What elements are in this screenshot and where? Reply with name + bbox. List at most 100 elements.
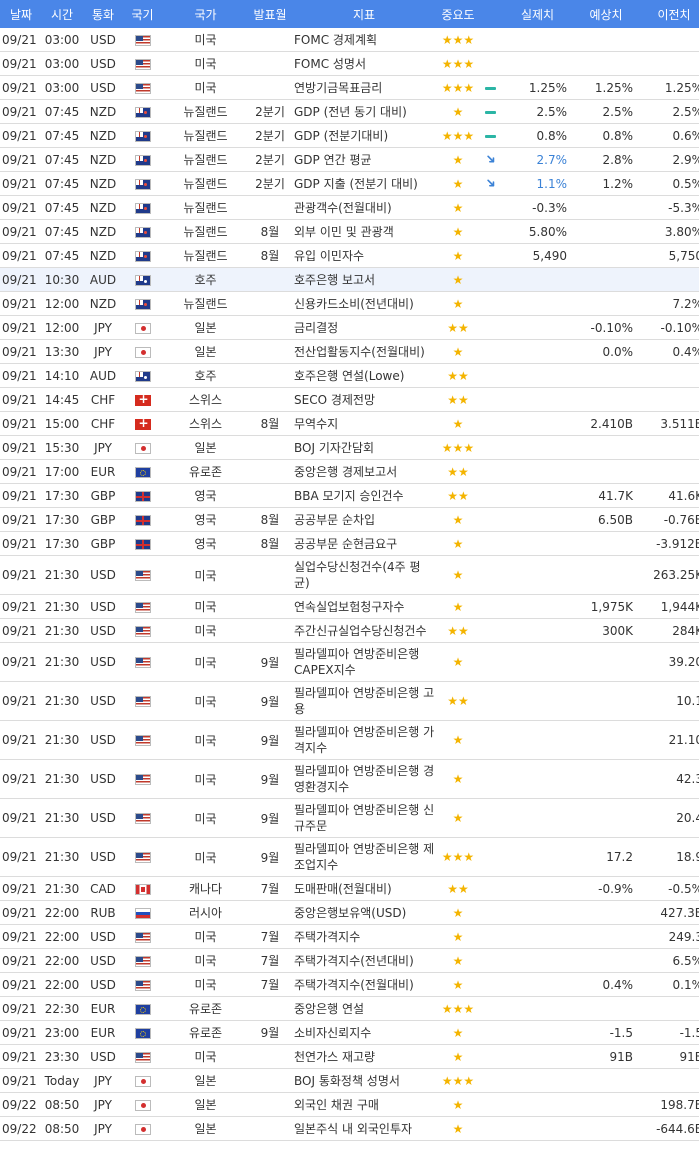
cell-indicator[interactable]: 필라델피아 연방준비은행 고용 [290, 681, 438, 721]
table-row[interactable]: 09/2123:30USD 미국 천연가스 재고량 ★ 91B91B [0, 1044, 699, 1069]
table-row[interactable]: 09/2117:30GBP영국BBA 모기지 승인건수★★41.7K41.6K [0, 483, 699, 508]
col-date[interactable]: 날짜 [0, 0, 42, 28]
cell-indicator[interactable]: 연방기금목표금리 [290, 75, 438, 100]
table-row[interactable]: 09/21 03:00 USD 미국 FOMC 성명서 ★★★ [0, 51, 699, 76]
cell-actual [502, 51, 573, 76]
table-row[interactable]: 09/2122:00USD 미국7월주택가격지수(전년대비) ★ 6.5% [0, 948, 699, 973]
cell-indicator[interactable]: GDP (전분기대비) [290, 123, 438, 148]
table-row[interactable]: 09/22 08:50 JPY 일본 외국인 채권 구매 ★ 198.7B [0, 1092, 699, 1117]
table-row[interactable]: 09/21 07:45 NZD 뉴질랜드 2분기 GDP (전년 동기 대비) ★ 2.5% 2… [0, 99, 699, 124]
cell-indicator[interactable]: SECO 경제전망 [290, 387, 438, 412]
table-row[interactable]: 09/2107:45NZD 뉴질랜드 관광객수(전월대비) ★ -0.3% -5.3% [0, 195, 699, 220]
cell-indicator[interactable]: 필라델피아 연방준비은행 제조업지수 [290, 837, 438, 877]
table-row[interactable]: 09/21 21:30 USD 미국 실업수당신청건수(4주 평균) ★ 263.25K [0, 555, 699, 595]
table-row[interactable]: 09/21 12:00 JPY 일본 금리결정 ★★ -0.10% -0.10% [0, 315, 699, 340]
cell-indicator[interactable]: FOMC 경제계획 [290, 28, 438, 52]
cell-indicator[interactable]: 주간신규실업수당신청건수 [290, 618, 438, 643]
cell-indicator[interactable]: BBA 모기지 승인건수 [290, 483, 438, 508]
table-row[interactable]: 09/21 07:45 NZD 뉴질랜드 2분기 GDP 지출 (전분기 대비) ★ ➜ 1.1… [0, 171, 699, 196]
table-row[interactable]: 09/2121:30USD미국주간신규실업수당신청건수★★300K284K [0, 618, 699, 643]
table-row[interactable]: 09/2115:00CHF 스위스8월무역수지 ★ 2.410B3.511B [0, 411, 699, 436]
table-row[interactable]: 09/2107:45NZD 뉴질랜드8월유입 이민자수 ★ 5,490 5,750 [0, 243, 699, 268]
cell-indicator[interactable]: GDP 지출 (전분기 대비) [290, 171, 438, 196]
table-row[interactable]: 09/21 17:00 EUR 유로존 중앙은행 경제보고서 ★★ [0, 459, 699, 484]
cell-indicator[interactable]: BOJ 통화정책 성명서 [290, 1068, 438, 1093]
table-row[interactable]: 09/21 14:10 AUD 호주 호주은행 연설(Lowe) ★★ [0, 363, 699, 388]
table-row[interactable]: 09/2122:00USD 미국7월주택가격지수 ★ 249.3 [0, 924, 699, 949]
cell-indicator[interactable]: 필라델피아 연방준비은행 신규주문 [290, 798, 438, 838]
table-row[interactable]: 09/2117:30GBP 영국8월공공부문 순차입 ★ 6.50B-0.76B [0, 507, 699, 532]
cell-actual [502, 555, 573, 595]
table-row[interactable]: 09/2113:30JPY 일본 전산업활동지수(전월대비) ★ 0.0%0.4% [0, 339, 699, 364]
cell-indicator[interactable]: 중앙은행보유액(USD) [290, 900, 438, 925]
cell-indicator[interactable]: 천연가스 재고량 [290, 1044, 438, 1069]
col-forecast[interactable]: 예상치 [573, 0, 639, 28]
table-row[interactable]: 09/21 21:30 USD 미국 9월 필라델피아 연방준비은행 CAPEX지수 ★ 39… [0, 642, 699, 682]
col-flag[interactable]: 국기 [124, 0, 161, 28]
cell-indicator[interactable]: 외부 이민 및 관광객 [290, 219, 438, 244]
cell-country: 미국 [161, 924, 250, 949]
col-importance[interactable]: 중요도 [438, 0, 478, 28]
cell-indicator[interactable]: 공공부문 순차입 [290, 507, 438, 532]
cell-indicator[interactable]: 금리결정 [290, 315, 438, 340]
table-row[interactable]: 09/21 07:45 NZD 뉴질랜드 2분기 GDP (전분기대비) ★★★ 0.8% 0.… [0, 123, 699, 148]
table-row[interactable]: 09/2114:45CHF스위스SECO 경제전망★★ [0, 387, 699, 412]
table-row[interactable]: 09/2122:00USD 미국7월주택가격지수(전월대비) ★ 0.4%0.1% [0, 972, 699, 997]
table-row[interactable]: 09/22 08:50 JPY 일본 일본주식 내 외국인투자 ★ -644.6B [0, 1116, 699, 1141]
cell-indicator[interactable]: 신용카드소비(전년대비) [290, 291, 438, 316]
cell-indicator[interactable]: 유입 이민자수 [290, 243, 438, 268]
table-row[interactable]: 09/21 07:45 NZD 뉴질랜드 8월 외부 이민 및 관광객 ★ 5.80% 3.80… [0, 219, 699, 244]
col-indicator[interactable]: 지표 [290, 0, 438, 28]
cell-indicator[interactable]: GDP (전년 동기 대비) [290, 99, 438, 124]
table-row[interactable]: 09/21 21:30 USD 미국 9월 필라델피아 연방준비은행 제조업지수 ★★★ 17… [0, 837, 699, 877]
table-row[interactable]: 09/2121:30USD 미국9월필라델피아 연방준비은행 가격지수 ★ 21.10 [0, 720, 699, 760]
table-row[interactable]: 09/2123:00EUR 유로존9월소비자신뢰지수 ★ -1.5-1.5 [0, 1020, 699, 1045]
table-row[interactable]: 09/21 10:30 AUD 호주 호주은행 보고서 ★ [0, 267, 699, 292]
table-row[interactable]: 09/21 15:30 JPY 일본 BOJ 기자간담회 ★★★ [0, 435, 699, 460]
table-row[interactable]: 09/2121:30USD미국9월필라델피아 연방준비은행 고용★★10.1 [0, 681, 699, 721]
table-row[interactable]: 09/21 22:00 RUB 러시아 중앙은행보유액(USD) ★ 427.3B [0, 900, 699, 925]
cell-indicator[interactable]: 주택가격지수 [290, 924, 438, 949]
cell-indicator[interactable]: 호주은행 보고서 [290, 267, 438, 292]
cell-indicator[interactable]: 공공부문 순현금요구 [290, 531, 438, 556]
table-row[interactable]: 09/21 07:45 NZD 뉴질랜드 2분기 GDP 연간 평균 ★ ➜ 2.7% 2.8% 2… [0, 147, 699, 172]
cell-indicator[interactable]: 호주은행 연설(Lowe) [290, 363, 438, 388]
col-actual[interactable]: 실제치 [502, 0, 573, 28]
table-row[interactable]: 09/21 03:00 USD 미국 FOMC 경제계획 ★★★ [0, 28, 699, 52]
cell-indicator[interactable]: 외국인 채권 구매 [290, 1092, 438, 1117]
cell-indicator[interactable]: 중앙은행 경제보고서 [290, 459, 438, 484]
col-currency[interactable]: 통화 [82, 0, 124, 28]
cell-indicator[interactable]: 주택가격지수(전년대비) [290, 948, 438, 973]
table-row[interactable]: 09/21 22:30 EUR 유로존 중앙은행 연설 ★★★ [0, 996, 699, 1021]
col-previous[interactable]: 이전치 [639, 0, 699, 28]
table-row[interactable]: 09/21 03:00 USD 미국 연방기금목표금리 ★★★ 1.25% 1.25% 1.25… [0, 75, 699, 100]
table-row[interactable]: 09/21 21:30 USD 미국 연속실업보험청구자수 ★ 1,975K 1,944K [0, 594, 699, 619]
cell-indicator[interactable]: 중앙은행 연설 [290, 996, 438, 1021]
table-row[interactable]: 09/21 17:30 GBP 영국 8월 공공부문 순현금요구 ★ -3.912B [0, 531, 699, 556]
cell-indicator[interactable]: 연속실업보험청구자수 [290, 594, 438, 619]
col-time[interactable]: 시간 [42, 0, 82, 28]
table-row[interactable]: 09/2121:30USD 미국9월필라델피아 연방준비은행 신규주문 ★ 20.4 [0, 798, 699, 838]
table-row[interactable]: 09/21 Today JPY 일본 BOJ 통화정책 성명서 ★★★ [0, 1068, 699, 1093]
cell-indicator[interactable]: GDP 연간 평균 [290, 147, 438, 172]
cell-indicator[interactable]: 필라델피아 연방준비은행 CAPEX지수 [290, 642, 438, 682]
cell-indicator[interactable]: 일본주식 내 외국인투자 [290, 1116, 438, 1141]
cell-flag [124, 1020, 161, 1045]
cell-indicator[interactable]: 필라델피아 연방준비은행 가격지수 [290, 720, 438, 760]
cell-indicator[interactable]: 관광객수(전월대비) [290, 195, 438, 220]
table-row[interactable]: 09/21 21:30 USD 미국 9월 필라델피아 연방준비은행 경영환경지수 ★ 42.… [0, 759, 699, 799]
cell-indicator[interactable]: 도매판매(전월대비) [290, 876, 438, 901]
cell-indicator[interactable]: 전산업활동지수(전월대비) [290, 339, 438, 364]
col-country[interactable]: 국가 [161, 0, 250, 28]
col-period[interactable]: 발표월 [250, 0, 290, 28]
cell-indicator[interactable]: 필라델피아 연방준비은행 경영환경지수 [290, 759, 438, 799]
cell-indicator[interactable]: 무역수지 [290, 411, 438, 436]
cell-indicator[interactable]: 주택가격지수(전월대비) [290, 972, 438, 997]
cell-indicator[interactable]: BOJ 기자간담회 [290, 435, 438, 460]
cell-indicator[interactable]: 실업수당신청건수(4주 평균) [290, 555, 438, 595]
cell-indicator[interactable]: FOMC 성명서 [290, 51, 438, 76]
table-row[interactable]: 09/2121:30CAD캐나다7월도매판매(전월대비)★★-0.9%-0.5% [0, 876, 699, 901]
table-row[interactable]: 09/2112:00NZD 뉴질랜드 신용카드소비(전년대비) ★ 7.2% [0, 291, 699, 316]
us-flag-icon [134, 931, 151, 943]
cell-indicator[interactable]: 소비자신뢰지수 [290, 1020, 438, 1045]
